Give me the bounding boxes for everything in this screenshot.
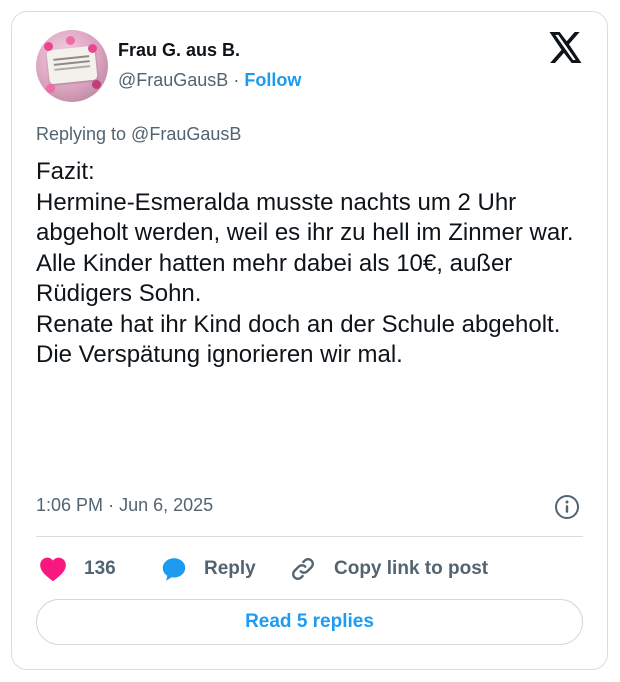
divider [36, 536, 583, 537]
timestamp[interactable]: 1:06 PM · Jun 6, 2025 [36, 495, 213, 516]
copy-link-button[interactable]: Copy link to post [289, 556, 488, 582]
tweet-time: 1:06 PM [36, 495, 104, 515]
tweet-date: Jun 6, 2025 [119, 495, 214, 515]
author-name[interactable]: Frau G. aus B. [118, 40, 240, 61]
avatar-flower [66, 36, 75, 45]
separator-dot: · [108, 495, 115, 515]
x-logo-icon[interactable] [549, 32, 583, 63]
copy-link-label: Copy link to post [334, 558, 489, 579]
speech-bubble-icon [162, 557, 186, 581]
info-icon[interactable] [554, 494, 580, 520]
separator-dot: · [233, 70, 240, 90]
avatar-flower [88, 44, 97, 53]
avatar-flower [46, 84, 55, 93]
avatar-flower [44, 42, 53, 51]
tweet-text: Fazit: Hermine-Esmeralda musste nachts u… [36, 158, 574, 368]
like-button[interactable]: 136 [39, 556, 116, 582]
like-count: 136 [84, 558, 116, 579]
reply-button[interactable]: Reply [160, 556, 256, 582]
avatar-flower [92, 80, 101, 89]
heart-icon [40, 557, 66, 582]
author-handle-line: @FrauGausB · Follow [118, 70, 301, 91]
follow-link[interactable]: Follow [244, 70, 301, 90]
avatar[interactable] [36, 30, 108, 102]
link-icon [292, 558, 314, 580]
author-handle[interactable]: @FrauGausB [118, 70, 228, 90]
reply-label: Reply [204, 558, 256, 579]
replying-to[interactable]: Replying to @FrauGausB [36, 124, 241, 145]
read-replies-button[interactable]: Read 5 replies [36, 599, 583, 645]
